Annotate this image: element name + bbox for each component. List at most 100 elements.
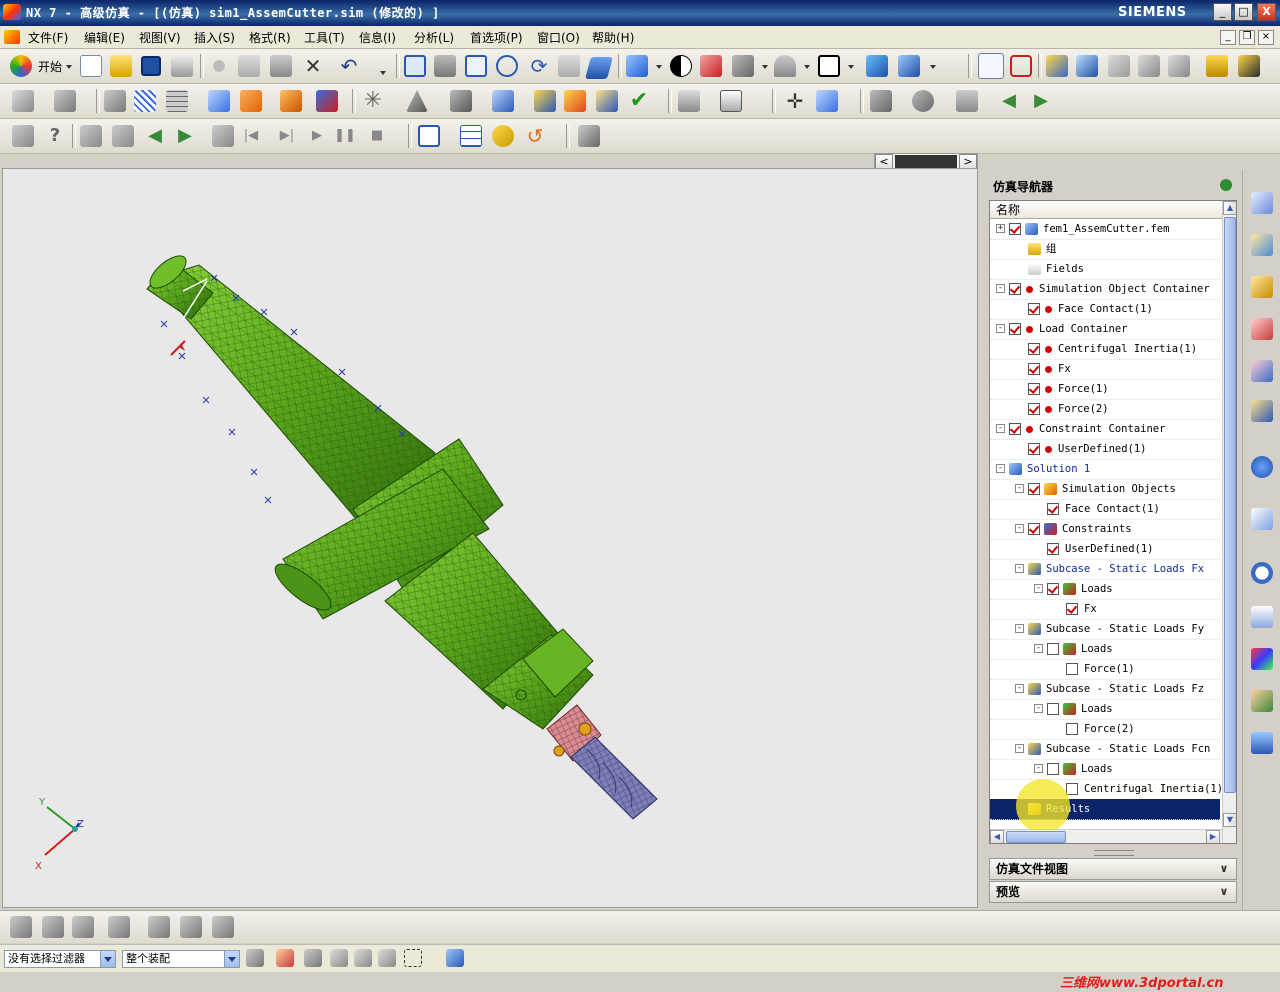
tree-row[interactable]: - Loads <box>990 639 1220 660</box>
tree-row[interactable]: - Loads <box>990 579 1220 600</box>
animation-icon[interactable] <box>212 125 234 147</box>
tree-row[interactable]: Face Contact(1) <box>990 499 1220 520</box>
play-icon[interactable]: ▶ <box>306 125 328 147</box>
tree-row[interactable]: Fx <box>990 359 1220 380</box>
process-studio-icon[interactable] <box>1251 606 1273 628</box>
chevron-down-icon[interactable] <box>224 951 239 967</box>
visibility-checkbox[interactable] <box>1066 663 1078 675</box>
tool-holder-model[interactable] <box>145 250 658 820</box>
background-dropdown-icon[interactable] <box>848 65 854 69</box>
delete-icon[interactable]: ✕ <box>302 55 324 77</box>
mesh-collector-icon[interactable] <box>208 90 230 112</box>
pan-icon[interactable] <box>558 55 580 77</box>
selection-mode-icon[interactable] <box>978 53 1004 79</box>
visibility-checkbox[interactable] <box>1047 543 1059 555</box>
tree-row[interactable]: 组 <box>990 239 1220 260</box>
doc-minimize-button[interactable]: _ <box>1220 30 1236 45</box>
visibility-checkbox[interactable] <box>1028 303 1040 315</box>
visibility-checkbox[interactable] <box>1066 783 1078 795</box>
tree-row[interactable]: UserDefined(1) <box>990 539 1220 560</box>
collapse-icon[interactable]: - <box>1034 584 1043 593</box>
help-icon[interactable]: ? <box>44 125 66 147</box>
assembly-icon[interactable] <box>866 55 888 77</box>
tree-vertical-scrollbar[interactable]: ▲ ▼ <box>1222 201 1236 843</box>
first-frame-icon[interactable]: |◀ <box>240 125 262 147</box>
tree-row[interactable]: UserDefined(1) <box>990 439 1220 460</box>
chevron-down-icon[interactable] <box>100 951 115 967</box>
tree-row[interactable]: - Subcase - Static Loads Fz <box>990 679 1220 700</box>
analysis-icon[interactable] <box>1046 55 1068 77</box>
zoom-window-icon[interactable] <box>434 55 456 77</box>
array-icon[interactable] <box>108 916 130 938</box>
info-icon[interactable] <box>1251 456 1273 478</box>
constraint-navigator-icon[interactable] <box>1251 234 1273 256</box>
reposition-icon[interactable] <box>72 916 94 938</box>
collapse-icon[interactable]: - <box>996 424 1005 433</box>
annotation-icon[interactable] <box>80 125 102 147</box>
menu-analysis[interactable]: 分析(L) <box>414 29 454 46</box>
collapse-icon[interactable]: - <box>1015 744 1024 753</box>
model-check-icon[interactable] <box>450 90 472 112</box>
scroll-down-icon[interactable]: ▼ <box>1223 813 1236 827</box>
doc-close-button[interactable]: × <box>1258 30 1274 45</box>
subassembly-icon[interactable] <box>148 916 170 938</box>
visibility-checkbox[interactable] <box>1009 223 1021 235</box>
simulation-object-icon[interactable]: ✳ <box>362 90 384 112</box>
snap-point-icon[interactable] <box>276 949 294 967</box>
visibility-checkbox[interactable] <box>1047 763 1059 775</box>
chevron-down-icon[interactable]: ∨ <box>1217 862 1231 876</box>
expand-icon[interactable]: + <box>996 224 1005 233</box>
tree-row[interactable]: - Subcase - Static Loads Fcn <box>990 739 1220 760</box>
point-icon[interactable]: ✛ <box>784 90 806 112</box>
link-icon[interactable] <box>492 125 514 147</box>
visibility-checkbox[interactable] <box>1047 643 1059 655</box>
tree-row[interactable]: - Load Container <box>990 319 1220 340</box>
load-type-icon[interactable] <box>280 90 302 112</box>
visibility-checkbox[interactable] <box>1028 403 1040 415</box>
print-icon[interactable] <box>171 55 193 77</box>
select-all-icon[interactable] <box>446 949 464 967</box>
rectangle-select-icon[interactable] <box>404 949 422 967</box>
move-component-icon[interactable] <box>898 55 920 77</box>
collapse-icon[interactable]: - <box>1015 624 1024 633</box>
paste-icon[interactable] <box>270 55 292 77</box>
menu-insert[interactable]: 插入(S) <box>194 29 235 46</box>
fem-model-icon[interactable] <box>12 90 34 112</box>
model-view[interactable]: Y X Z <box>3 169 977 907</box>
feature-rule-icon[interactable] <box>378 949 396 967</box>
report-icon[interactable] <box>678 90 700 112</box>
previous-icon[interactable]: ◀ <box>144 125 166 147</box>
2d-mesh-icon[interactable] <box>166 90 188 112</box>
visibility-checkbox[interactable] <box>1028 443 1040 455</box>
tree-row[interactable]: - Solution 1 <box>990 459 1220 480</box>
close-button[interactable]: X <box>1257 3 1276 21</box>
tree-row[interactable]: - Simulation Objects <box>990 479 1220 500</box>
tree-row[interactable]: Fields <box>990 259 1220 280</box>
solve-icon[interactable] <box>534 90 556 112</box>
doc-restore-button[interactable]: ❐ <box>1239 30 1255 45</box>
visibility-checkbox[interactable] <box>1009 323 1021 335</box>
polygon-body-icon[interactable] <box>104 90 126 112</box>
rotate-icon[interactable]: ⟳ <box>528 55 550 77</box>
refresh-icon[interactable]: ↺ <box>524 125 546 147</box>
perspective-icon[interactable] <box>585 57 613 79</box>
tree-row[interactable]: Face Contact(1) <box>990 299 1220 320</box>
tree-row[interactable]: Force(2) <box>990 399 1220 420</box>
edge-icon[interactable] <box>732 55 754 77</box>
collapse-icon[interactable]: - <box>1015 524 1024 533</box>
part-navigator-icon[interactable] <box>1251 276 1273 298</box>
tree-row[interactable]: - Subcase - Static Loads Fy <box>990 619 1220 640</box>
tree-row[interactable]: + fem1_AssemCutter.fem <box>990 219 1220 240</box>
render-dropdown-icon[interactable] <box>762 65 768 69</box>
visibility-checkbox[interactable] <box>1028 483 1040 495</box>
tree-horizontal-scrollbar[interactable]: ◀ ▶ <box>990 829 1222 843</box>
curve-rule-icon[interactable] <box>304 949 322 967</box>
section-dropdown-icon[interactable] <box>804 65 810 69</box>
body-rule-icon[interactable] <box>354 949 372 967</box>
stop-icon[interactable]: ■ <box>366 125 388 147</box>
results-icon[interactable] <box>564 90 586 112</box>
collapse-icon[interactable]: - <box>996 464 1005 473</box>
shaded-icon[interactable] <box>700 55 722 77</box>
visibility-checkbox[interactable] <box>1028 343 1040 355</box>
tree-row[interactable]: - Simulation Object Container <box>990 279 1220 300</box>
